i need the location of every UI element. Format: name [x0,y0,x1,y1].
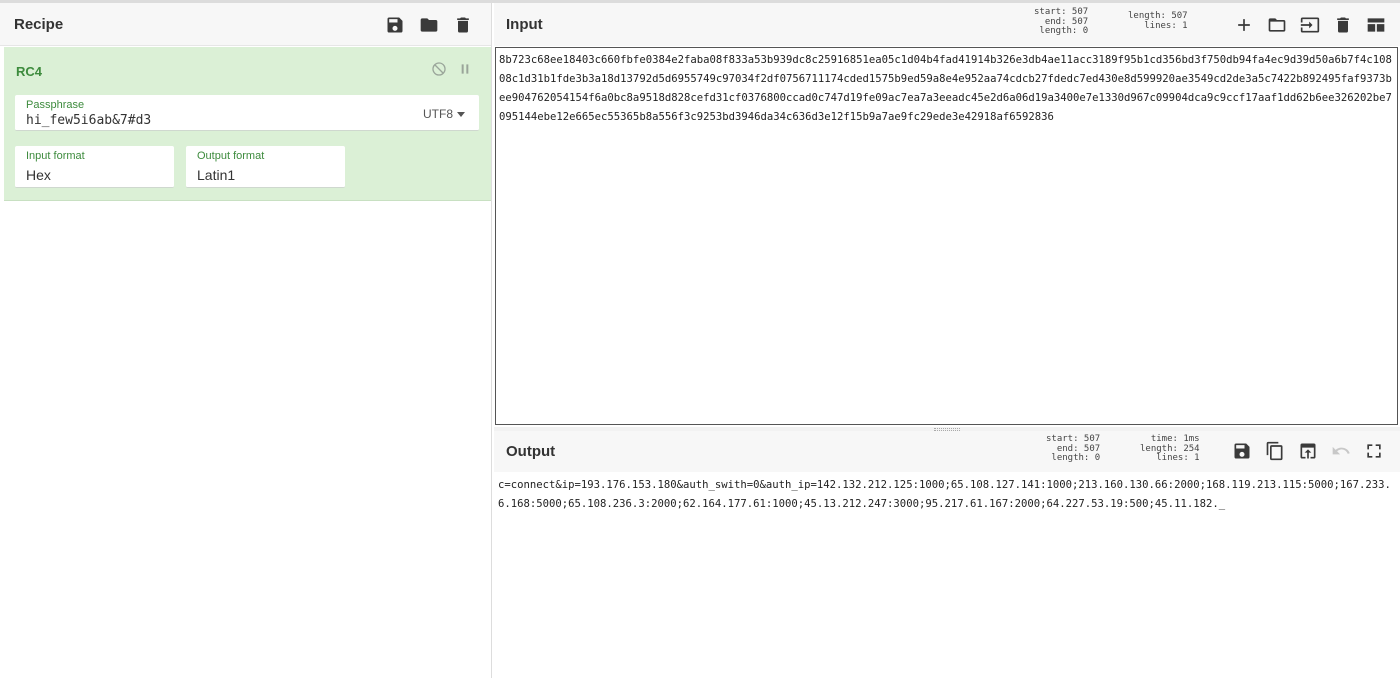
input-header: Input start: 507 end: 507 length: 0 leng… [494,3,1400,46]
output-sel-length: length: 0 [1051,453,1101,463]
input-length-stats: length: 507 lines: 1 [1128,11,1188,31]
trash-icon [1337,17,1349,33]
input-textarea[interactable]: 8b723c68ee18403c660fbfe0384e2faba08f833a… [495,47,1398,425]
copy-icon [1266,441,1283,461]
input-title: Input [506,16,543,33]
disable-operation-button[interactable] [431,61,447,77]
replace-input-icon [1300,443,1316,459]
replace-input-button[interactable] [1296,439,1320,463]
undo-button[interactable] [1329,439,1353,463]
output-format-select[interactable]: Output format Latin1 [186,146,345,188]
fullscreen-icon [1367,444,1381,458]
trash-icon [457,17,469,33]
recipe-header: Recipe [0,3,491,46]
output-header: Output start: 507 end: 507 length: 0 tim… [494,431,1400,472]
input-lines: lines: 1 [1144,20,1188,31]
input-format-label: Input format [26,150,85,162]
open-folder-button[interactable] [1265,13,1289,37]
open-file-button[interactable] [1298,13,1322,37]
input-format-value: Hex [26,167,51,183]
chevron-down-icon [457,111,465,117]
add-input-tab-button[interactable] [1232,13,1256,37]
passphrase-encoding-dropdown[interactable]: UTF8 [423,107,465,121]
output-format-label: Output format [197,150,265,162]
plus-icon [1238,19,1250,31]
output-format-value: Latin1 [197,167,236,183]
reset-layout-button[interactable] [1364,13,1388,37]
save-icon [1234,443,1250,459]
recipe-title: Recipe [14,15,64,33]
passphrase-field[interactable]: Passphrase hi_few5i6ab&7#d3 UTF8 [15,95,479,131]
input-pane: Input start: 507 end: 507 length: 0 leng… [494,3,1400,433]
undo-icon [1332,446,1350,455]
pause-operation-button[interactable] [457,61,473,77]
clear-input-button[interactable] [1331,13,1355,37]
passphrase-label: Passphrase [26,99,85,111]
output-lines: lines: 1 [1156,453,1200,463]
maximise-output-button[interactable] [1362,439,1386,463]
disable-icon [432,62,446,76]
recipe-pane: Recipe RC4 Passphrase hi_few5i6ab&7#d3 U… [0,3,492,678]
output-length-stats: time: 1ms length: 254 lines: 1 [1140,434,1200,464]
layout-icon [1367,18,1385,32]
input-format-select[interactable]: Input format Hex [15,146,174,188]
input-selection-stats: start: 507 end: 507 length: 0 [1034,7,1089,37]
folder-icon [420,18,438,32]
output-title: Output [506,443,556,460]
pause-icon [461,64,469,74]
load-recipe-button[interactable] [417,13,441,37]
open-folder-icon [1268,18,1286,32]
output-selection-stats: start: 507 end: 507 length: 0 [1046,434,1101,464]
save-output-button[interactable] [1230,439,1254,463]
input-text[interactable]: 8b723c68ee18403c660fbfe0384e2faba08f833a… [499,51,1394,127]
encoding-label: UTF8 [423,107,453,121]
save-recipe-button[interactable] [383,13,407,37]
cyberchef-app: Recipe RC4 Passphrase hi_few5i6ab&7#d3 U… [0,0,1400,678]
clear-recipe-button[interactable] [451,13,475,37]
output-textarea[interactable]: c=connect&ip=193.176.153.180&auth_swith=… [495,473,1398,678]
operation-name: RC4 [16,64,43,79]
output-text[interactable]: c=connect&ip=193.176.153.180&auth_swith=… [498,476,1395,514]
copy-output-button[interactable] [1263,439,1287,463]
input-sel-length: length: 0 [1039,26,1089,36]
output-pane: Output start: 507 end: 507 length: 0 tim… [494,431,1400,678]
input-file-icon [1300,17,1320,33]
rc4-operation: RC4 Passphrase hi_few5i6ab&7#d3 UTF8 Inp… [4,47,491,201]
passphrase-value[interactable]: hi_few5i6ab&7#d3 [26,113,151,128]
save-icon [387,17,403,33]
